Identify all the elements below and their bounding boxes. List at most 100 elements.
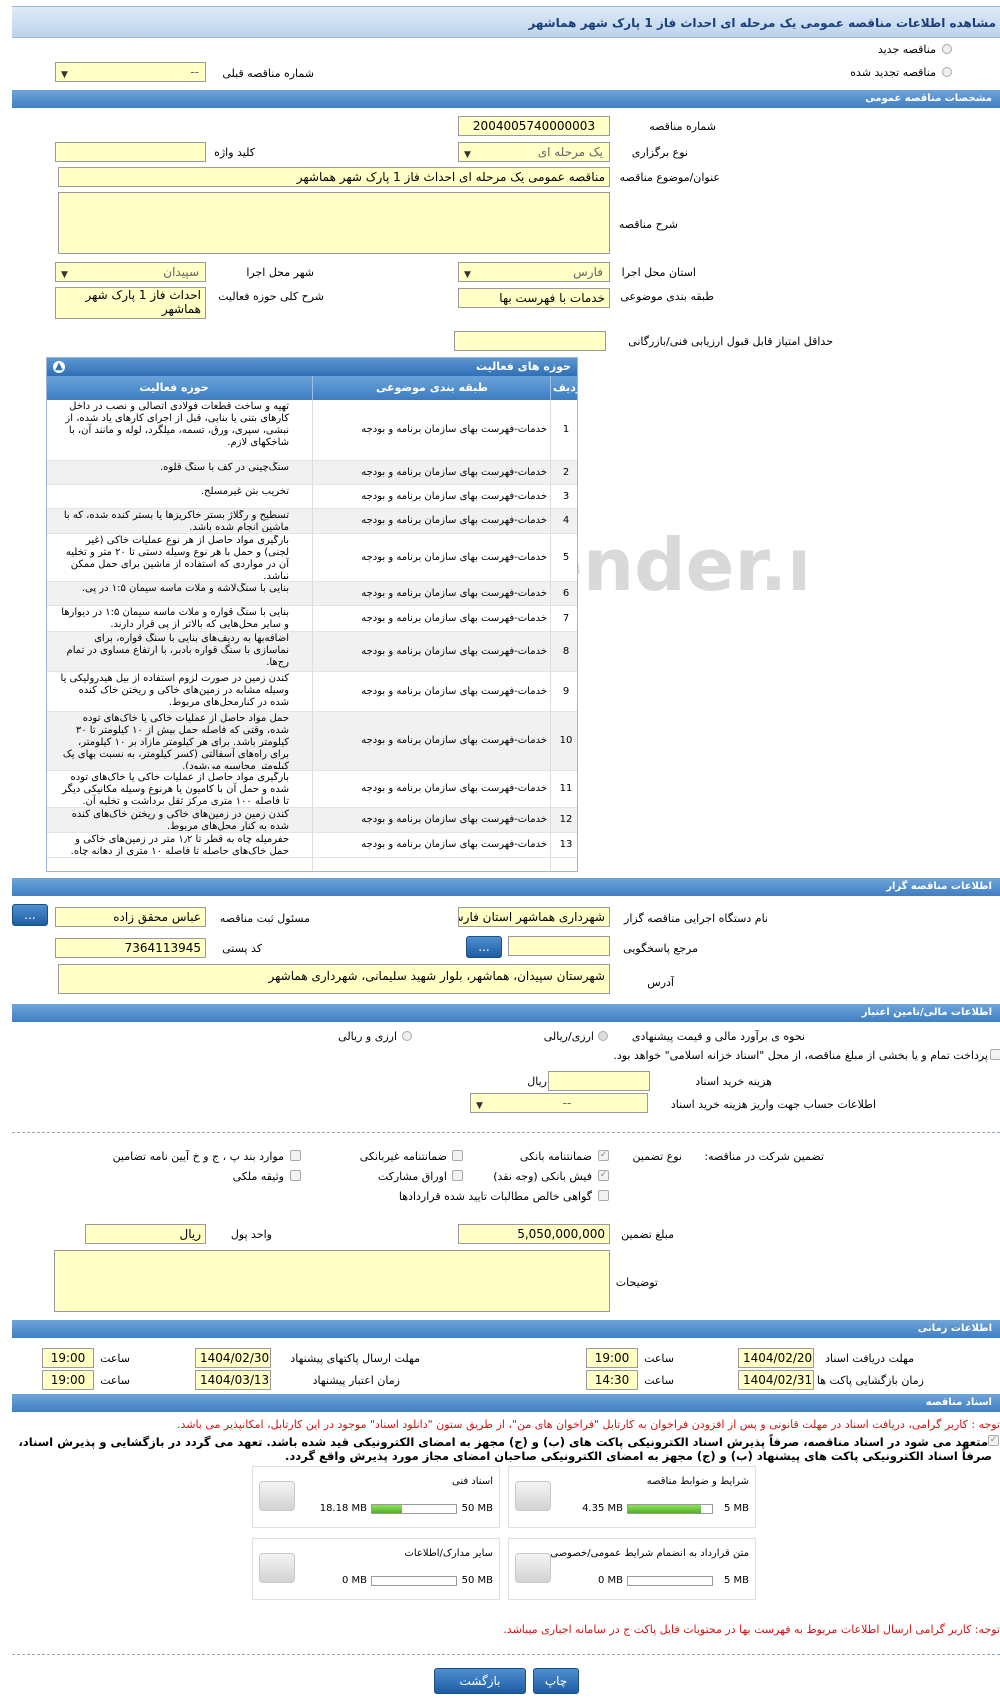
commit-checkbox[interactable]: ✓ <box>988 1435 999 1446</box>
open-date-field[interactable]: 1404/02/31 <box>738 1370 814 1390</box>
ref-field[interactable] <box>508 936 610 956</box>
bank-guarantee-checkbox[interactable]: ✓ <box>598 1150 609 1161</box>
notes-field[interactable] <box>54 1250 610 1312</box>
price-list-note: توجه: کاربر گرامی ارسال اطلاعات مربوط به… <box>503 1623 1000 1636</box>
activities-column-header: ردیف طبقه بندی موضوعی حوزه فعالیت <box>47 376 577 400</box>
row-activity: بنایی با سنگ‌لاشه و ملات ماسه سیمان ۱:۵ … <box>81 583 289 594</box>
fx-radio[interactable] <box>402 1031 412 1041</box>
nonbank-guarantee-checkbox[interactable] <box>452 1150 463 1161</box>
prev-number-value: -- <box>190 65 199 79</box>
treasury-checkbox[interactable] <box>990 1049 1000 1060</box>
document-file-box[interactable]: اسناد فنی 50 MB 18.18 MB <box>252 1466 500 1528</box>
account-value: -- <box>562 1096 572 1110</box>
province-select[interactable]: فارس ▼ <box>458 262 610 282</box>
chevron-down-icon: ▼ <box>464 150 471 160</box>
row-activity: بارگیری مواد حاصل از عملیات خاکی یا خاک‌… <box>62 772 289 806</box>
officer-lookup-button[interactable]: ... <box>12 904 48 926</box>
postal-field[interactable]: 7364113945 <box>55 938 206 958</box>
validity-time-field[interactable]: 19:00 <box>42 1370 94 1390</box>
submit-date-field[interactable]: 1404/02/30 <box>195 1348 271 1368</box>
description-field[interactable] <box>58 192 610 254</box>
row-activity: بنایی با سنگ قواره و ملات ماسه سیمان ۱:۵… <box>61 607 289 630</box>
row-number: 9 <box>562 685 570 697</box>
submit-time-field[interactable]: 19:00 <box>42 1348 94 1368</box>
column-activity: حوزه فعالیت <box>139 381 209 394</box>
category-field[interactable]: خدمات با فهرست بها <box>458 288 610 308</box>
estimate-label: نحوه ی برآورد مالی و قیمت پیشنهادی <box>631 1030 805 1043</box>
file-usage-bar <box>371 1504 457 1514</box>
receive-label: مهلت دریافت اسناد <box>825 1352 914 1365</box>
folder-icon <box>515 1481 551 1511</box>
min-score-field[interactable] <box>454 331 606 351</box>
bonds-checkbox[interactable] <box>452 1170 463 1181</box>
ref-lookup-button[interactable]: ... <box>466 936 502 958</box>
document-file-box[interactable]: شرایط و ضوابط مناقصه 5 MB 4.35 MB <box>508 1466 756 1528</box>
row-activity: کندن زمین در زمین‌های خاکی و ریختن خاک‌ه… <box>71 809 289 831</box>
row-category: خدمات-فهرست بهای سازمان برنامه و بودجه <box>361 645 547 657</box>
row-number: 10 <box>559 735 573 746</box>
collapse-icon[interactable]: ▲ <box>53 361 65 373</box>
scope-value: احداث فاز 1 پارک شهر هماشهر <box>85 288 201 316</box>
row-number: 13 <box>559 839 573 850</box>
rial-radio[interactable] <box>598 1031 608 1041</box>
file-usage-fill <box>628 1505 702 1513</box>
finance-section-header: اطلاعات مالی/تامین اعتبار <box>12 1004 1000 1022</box>
column-row: ردیف <box>553 381 577 394</box>
officer-field[interactable]: عباس محقق زاده <box>55 907 206 927</box>
row-number: 7 <box>562 612 570 624</box>
address-label: آدرس <box>647 976 674 989</box>
receive-time-field[interactable]: 19:00 <box>586 1348 638 1368</box>
row-category: خدمات-فهرست بهای سازمان برنامه و بودجه <box>361 424 547 435</box>
file-title: سایر مدارک/اطلاعات <box>404 1548 493 1559</box>
renewed-tender-label: مناقصه تجدید شده <box>850 66 936 79</box>
file-max: 50 MB <box>461 1503 493 1514</box>
amount-field[interactable]: 5,050,000,000 <box>458 1224 610 1244</box>
property-label: وثیقه ملکی <box>232 1170 284 1183</box>
ref-label: مرجع پاسخگویی <box>623 942 698 955</box>
address-field[interactable]: شهرستان سپیدان، هماشهر، بلوار شهید سلیما… <box>58 964 610 994</box>
row-number: 6 <box>562 587 570 599</box>
min-score-label: حداقل امتیاز قابل قبول ارزیابی فنی/بازرگ… <box>628 335 833 348</box>
officer-label: مسئول ثبت مناقصه <box>219 912 310 925</box>
province-value: فارس <box>573 265 603 279</box>
file-used: 0 MB <box>597 1575 623 1586</box>
prev-number-label: شماره مناقصه قبلی <box>222 67 314 80</box>
file-usage-fill <box>372 1505 403 1513</box>
new-tender-radio[interactable] <box>942 44 952 54</box>
bank-guarantee-label: ضمانتنامه بانکی <box>519 1150 592 1163</box>
clauses-checkbox[interactable] <box>290 1150 301 1161</box>
account-select[interactable]: -- ▼ <box>470 1093 648 1113</box>
back-button[interactable]: بازگشت <box>434 1668 526 1694</box>
file-max: 5 MB <box>723 1503 749 1514</box>
property-checkbox[interactable] <box>290 1170 301 1181</box>
renewed-tender-radio[interactable] <box>942 67 952 77</box>
row-category: خدمات-فهرست بهای سازمان برنامه و بودجه <box>361 515 547 526</box>
receive-time-label: ساعت <box>644 1352 674 1365</box>
receivables-checkbox[interactable] <box>598 1190 609 1201</box>
document-file-box[interactable]: سایر مدارک/اطلاعات 50 MB 0 MB <box>252 1538 500 1600</box>
row-activity: سنگ‌چینی در کف با سنگ قلوه. <box>159 462 289 473</box>
type-select[interactable]: یک مرحله ای ▼ <box>458 142 610 162</box>
city-select[interactable]: سپیدان ▼ <box>55 262 206 282</box>
open-time-field[interactable]: 14:30 <box>586 1370 638 1390</box>
doc-fee-field[interactable] <box>548 1071 650 1091</box>
type-label: نوع برگزاری <box>631 146 688 159</box>
receive-date-field[interactable]: 1404/02/20 <box>738 1348 814 1368</box>
validity-date-field[interactable]: 1404/03/13 <box>195 1370 271 1390</box>
keyword-field[interactable] <box>55 142 206 162</box>
submit-time-label: ساعت <box>100 1352 130 1365</box>
cash-checkbox[interactable]: ✓ <box>598 1170 609 1181</box>
prev-number-select[interactable]: -- ▼ <box>55 62 206 82</box>
file-usage-bar <box>371 1576 457 1586</box>
city-label: شهر محل اجرا <box>246 266 314 279</box>
guarantee-type-label: نوع تضمین <box>632 1150 682 1163</box>
subject-field[interactable]: مناقصه عمومی یک مرحله ای احداث فاز 1 پار… <box>58 167 610 187</box>
folder-icon <box>515 1553 551 1583</box>
document-file-box[interactable]: متن قرارداد به انضمام شرایط عمومی/خصوصی 5… <box>508 1538 756 1600</box>
receivables-label: گواهی خالص مطالبات تایید شده قراردادها <box>398 1190 592 1203</box>
print-button[interactable]: چاپ <box>533 1668 579 1694</box>
org-field[interactable]: شهرداری هماشهر استان فارس <box>458 907 610 927</box>
tender-number-field[interactable]: 2004005740000003 <box>458 116 610 136</box>
scope-field[interactable]: احداث فاز 1 پارک شهر هماشهر <box>55 287 206 319</box>
currency-field[interactable]: ریال <box>85 1224 206 1244</box>
